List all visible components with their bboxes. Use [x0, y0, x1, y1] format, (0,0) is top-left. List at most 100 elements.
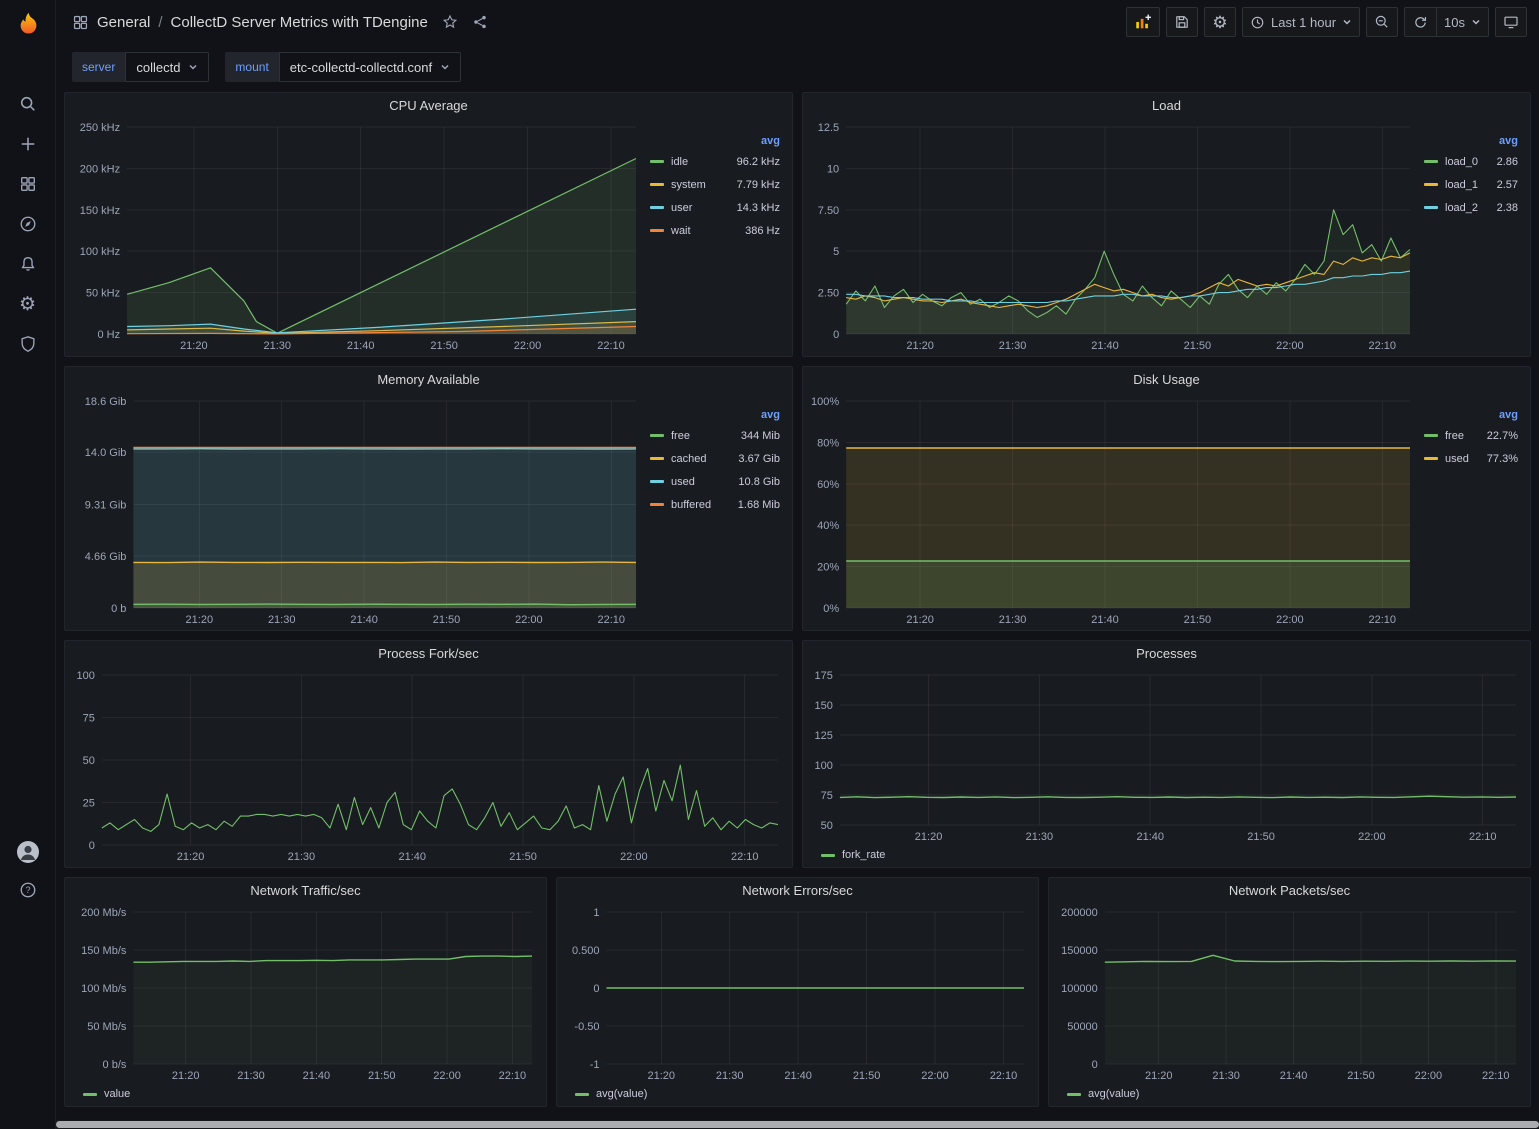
svg-text:9.31 Gib: 9.31 Gib: [85, 499, 127, 511]
scrollbar-thumb[interactable]: [56, 1121, 1539, 1128]
search-icon[interactable]: [0, 84, 56, 124]
series-color-swatch: [650, 503, 664, 506]
panel-title[interactable]: Disk Usage: [803, 367, 1530, 393]
cpu-average-chart[interactable]: 21:2021:3021:4021:5022:0022:100 Hz50 kHz…: [69, 119, 646, 354]
svg-text:22:00: 22:00: [921, 1070, 949, 1082]
legend-header: avg: [650, 409, 780, 421]
page-title: CollectD Server Metrics with TDengine: [171, 14, 428, 31]
processes-chart[interactable]: 21:2021:3021:4021:5022:0022:105075100125…: [807, 667, 1526, 845]
panel-title[interactable]: Processes: [803, 641, 1530, 667]
legend-item[interactable]: cached3.67 Gib: [650, 447, 780, 470]
series-name: used: [1445, 453, 1480, 465]
dashboards-icon[interactable]: [0, 164, 56, 204]
series-color-swatch: [650, 183, 664, 186]
panel-title[interactable]: Process Fork/sec: [65, 641, 792, 667]
svg-text:22:00: 22:00: [1276, 614, 1304, 626]
zoom-out-button[interactable]: [1366, 7, 1398, 37]
svg-text:21:50: 21:50: [509, 851, 537, 863]
horizontal-scrollbar[interactable]: [56, 1120, 1539, 1129]
legend-header: avg: [1424, 409, 1518, 421]
svg-text:150 Mb/s: 150 Mb/s: [81, 945, 127, 957]
add-panel-button[interactable]: [1126, 7, 1160, 37]
legend-item[interactable]: user14.3 kHz: [650, 196, 780, 219]
legend-item[interactable]: avg(value): [1067, 1084, 1139, 1104]
user-avatar[interactable]: [0, 832, 56, 872]
series-avg-value: 22.7%: [1487, 430, 1518, 442]
legend-item[interactable]: buffered1.68 Mib: [650, 493, 780, 516]
alerting-bell-icon[interactable]: [0, 244, 56, 284]
network-traffic-chart[interactable]: 21:2021:3021:4021:5022:0022:100 b/s50 Mb…: [69, 904, 542, 1084]
svg-text:20%: 20%: [817, 562, 839, 574]
legend-item[interactable]: free344 Mib: [650, 424, 780, 447]
panel-network-packets: Network Packets/sec 21:2021:3021:4021:50…: [1048, 877, 1531, 1107]
refresh-interval-picker[interactable]: 10s: [1436, 7, 1489, 37]
panel-title[interactable]: Load: [803, 93, 1530, 119]
server-admin-shield-icon[interactable]: [0, 324, 56, 364]
panel-title[interactable]: Network Traffic/sec: [65, 878, 546, 904]
legend-item[interactable]: value: [83, 1084, 130, 1104]
legend-item[interactable]: free22.7%: [1424, 424, 1518, 447]
svg-text:100: 100: [77, 670, 95, 682]
legend-item[interactable]: load_02.86: [1424, 150, 1518, 173]
grafana-logo[interactable]: [0, 0, 56, 48]
panel-processes: Processes 21:2021:3021:4021:5022:0022:10…: [802, 640, 1531, 868]
network-packets-chart[interactable]: 21:2021:3021:4021:5022:0022:100500001000…: [1053, 904, 1526, 1084]
create-icon[interactable]: [0, 124, 56, 164]
panel-title[interactable]: Network Errors/sec: [557, 878, 1038, 904]
legend-item[interactable]: load_22.38: [1424, 196, 1518, 219]
svg-text:18.6 Gib: 18.6 Gib: [85, 396, 127, 408]
legend-item[interactable]: fork_rate: [821, 845, 885, 865]
series-name: avg(value): [596, 1088, 647, 1100]
panel-title[interactable]: Network Packets/sec: [1049, 878, 1530, 904]
configuration-gear-icon[interactable]: ⚙: [0, 284, 56, 324]
series-color-swatch: [650, 457, 664, 460]
legend-item[interactable]: idle96.2 kHz: [650, 150, 780, 173]
svg-text:21:40: 21:40: [1136, 831, 1164, 843]
svg-text:21:30: 21:30: [1026, 831, 1054, 843]
cycle-view-button[interactable]: [1495, 7, 1527, 37]
variable-server-value[interactable]: collectd: [125, 52, 209, 82]
sidebar: ⚙ ?: [0, 0, 56, 1129]
dashboard-settings-button[interactable]: ⚙: [1204, 7, 1236, 37]
time-range-label: Last 1 hour: [1271, 15, 1336, 30]
save-dashboard-button[interactable]: [1166, 7, 1198, 37]
explore-compass-icon[interactable]: [0, 204, 56, 244]
legend-item[interactable]: avg(value): [575, 1084, 647, 1104]
series-avg-value: 10.8 Gib: [738, 476, 780, 488]
variable-mount-value[interactable]: etc-collectd-collectd.conf: [279, 52, 461, 82]
disk-legend: avg free22.7%used77.3%: [1420, 393, 1526, 628]
load-chart[interactable]: 21:2021:3021:4021:5022:0022:1002.5057.50…: [807, 119, 1420, 354]
svg-text:21:50: 21:50: [1247, 831, 1275, 843]
help-icon[interactable]: ?: [0, 870, 56, 910]
share-icon[interactable]: [472, 14, 488, 30]
refresh-interval-label: 10s: [1444, 15, 1465, 30]
svg-text:0: 0: [593, 983, 599, 995]
breadcrumb-grid-icon[interactable]: [72, 14, 89, 31]
svg-text:21:30: 21:30: [999, 614, 1027, 626]
star-icon[interactable]: [442, 14, 458, 30]
refresh-button[interactable]: [1404, 7, 1436, 37]
legend-item[interactable]: used77.3%: [1424, 447, 1518, 470]
legend-item[interactable]: system7.79 kHz: [650, 173, 780, 196]
variable-mount: mount etc-collectd-collectd.conf: [225, 52, 461, 82]
svg-text:22:00: 22:00: [514, 340, 542, 352]
memory-available-chart[interactable]: 21:2021:3021:4021:5022:0022:100 b4.66 Gi…: [69, 393, 646, 628]
time-range-picker[interactable]: Last 1 hour: [1242, 7, 1360, 37]
svg-text:22:10: 22:10: [1369, 614, 1397, 626]
svg-text:0.500: 0.500: [572, 945, 600, 957]
legend-item[interactable]: used10.8 Gib: [650, 470, 780, 493]
disk-usage-chart[interactable]: 21:2021:3021:4021:5022:0022:100%20%40%60…: [807, 393, 1420, 628]
breadcrumb-section[interactable]: General: [97, 14, 150, 31]
legend-item[interactable]: load_12.57: [1424, 173, 1518, 196]
panel-title[interactable]: CPU Average: [65, 93, 792, 119]
chevron-down-icon: [440, 62, 450, 72]
process-fork-chart[interactable]: 21:2021:3021:4021:5022:0022:100255075100: [69, 667, 788, 865]
svg-text:22:00: 22:00: [433, 1070, 461, 1082]
svg-text:21:30: 21:30: [716, 1070, 744, 1082]
panel-title[interactable]: Memory Available: [65, 367, 792, 393]
svg-text:60%: 60%: [817, 479, 839, 491]
cpu-legend: avgidle96.2 kHzsystem7.79 kHzuser14.3 kH…: [646, 119, 788, 354]
network-errors-chart[interactable]: 21:2021:3021:4021:5022:0022:10-1-0.5000.…: [561, 904, 1034, 1084]
svg-text:22:00: 22:00: [1415, 1070, 1443, 1082]
legend-item[interactable]: wait386 Hz: [650, 219, 780, 242]
